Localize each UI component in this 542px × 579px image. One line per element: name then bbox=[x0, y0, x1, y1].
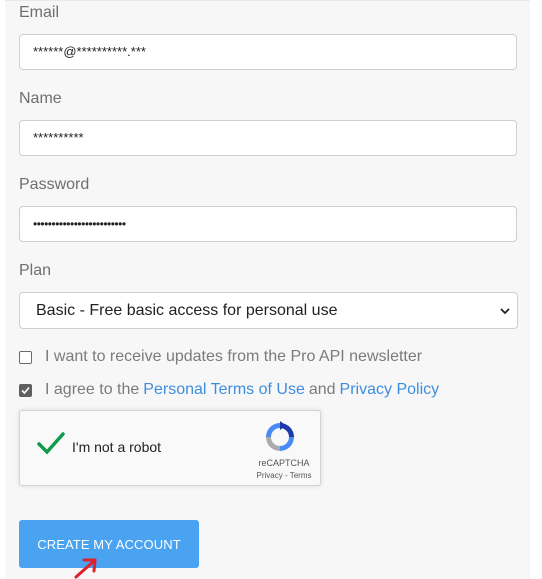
terms-row: I agree to the Personal Terms of Use and… bbox=[19, 380, 443, 400]
newsletter-checkbox[interactable] bbox=[19, 350, 32, 364]
checkmark-icon bbox=[37, 432, 65, 455]
email-field[interactable]: ******@**********.*** bbox=[19, 34, 517, 70]
privacy-policy-link[interactable]: Privacy Policy bbox=[340, 381, 440, 399]
plan-select[interactable]: Basic - Free basic access for personal u… bbox=[19, 292, 518, 329]
terms-prefix: I agree to the bbox=[45, 381, 140, 398]
terms-checkbox[interactable] bbox=[19, 383, 32, 397]
chevron-down-icon bbox=[500, 308, 510, 315]
checkmark-icon bbox=[21, 386, 30, 394]
recaptcha-label: I'm not a robot bbox=[72, 439, 162, 455]
signup-form-panel: Email ******@**********.*** Name *******… bbox=[5, 0, 530, 579]
password-field[interactable]: ••••••••••••••••••••••••• bbox=[19, 206, 517, 242]
newsletter-row: I want to receive updates from the Pro A… bbox=[19, 347, 422, 367]
red-arrow-icon bbox=[74, 558, 97, 579]
plan-label: Plan bbox=[19, 262, 52, 279]
terms-conjunction: and bbox=[308, 381, 336, 398]
newsletter-label: I want to receive updates from the Pro A… bbox=[45, 348, 423, 365]
plan-selected-value: Basic - Free basic access for personal u… bbox=[36, 302, 338, 319]
create-account-button[interactable]: CREATE MY ACCOUNT bbox=[19, 520, 199, 568]
recaptcha-widget[interactable]: I'm not a robot reCAPTCHA Privacy - Term… bbox=[19, 410, 321, 486]
recaptcha-logo-icon bbox=[266, 421, 294, 451]
name-label: Name bbox=[19, 90, 62, 107]
name-field[interactable]: ********** bbox=[19, 120, 517, 156]
password-label: Password bbox=[19, 176, 90, 193]
terms-of-use-link[interactable]: Personal Terms of Use bbox=[143, 381, 305, 399]
recaptcha-brand: reCAPTCHA bbox=[258, 458, 310, 468]
email-label: Email bbox=[19, 4, 60, 21]
recaptcha-privacy-terms[interactable]: Privacy - Terms bbox=[252, 471, 316, 480]
